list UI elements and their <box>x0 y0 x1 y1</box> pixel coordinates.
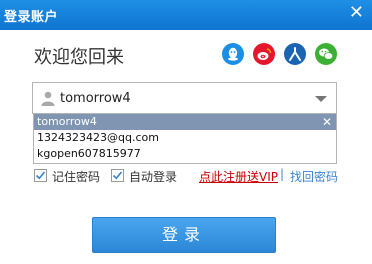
checkbox-box[interactable] <box>111 169 124 182</box>
renren-icon[interactable] <box>284 43 306 65</box>
login-button[interactable]: 登录 <box>92 217 276 253</box>
remember-password-label: 记住密码 <box>52 170 101 184</box>
dropdown-item[interactable]: tomorrow4 ✕ <box>34 114 336 130</box>
auto-login-label: 自动登录 <box>129 170 178 184</box>
register-vip-link[interactable]: 点此注册送VIP <box>199 168 278 185</box>
dropdown-item[interactable]: 1324323423@qq.com <box>34 130 336 146</box>
close-icon[interactable]: ✕ <box>349 4 364 22</box>
weibo-icon[interactable] <box>253 43 275 65</box>
dropdown-item-label: tomorrow4 <box>37 115 97 128</box>
dropdown-item[interactable]: kgopen607815977 <box>34 146 336 162</box>
title-bar: 登录账户 ✕ <box>0 0 372 30</box>
account-dropdown-list: tomorrow4 ✕ 1324323423@qq.com kgopen6078… <box>33 114 337 164</box>
welcome-heading: 欢迎您回来 <box>34 47 124 68</box>
remove-account-icon[interactable]: ✕ <box>322 114 332 130</box>
wechat-icon[interactable] <box>315 43 337 65</box>
chevron-down-icon[interactable] <box>315 96 327 102</box>
account-value[interactable]: tomorrow4 <box>60 91 131 106</box>
recover-password-link[interactable]: 找回密码 <box>290 168 338 185</box>
dropdown-item-label: 1324323423@qq.com <box>37 131 159 144</box>
account-input[interactable]: tomorrow4 <box>32 82 337 114</box>
user-icon <box>40 90 56 106</box>
checkbox-box[interactable] <box>34 169 47 182</box>
dropdown-item-label: kgopen607815977 <box>37 147 141 160</box>
qq-icon[interactable] <box>222 43 244 65</box>
link-separator: | <box>280 167 285 181</box>
window-title: 登录账户 <box>4 10 59 25</box>
